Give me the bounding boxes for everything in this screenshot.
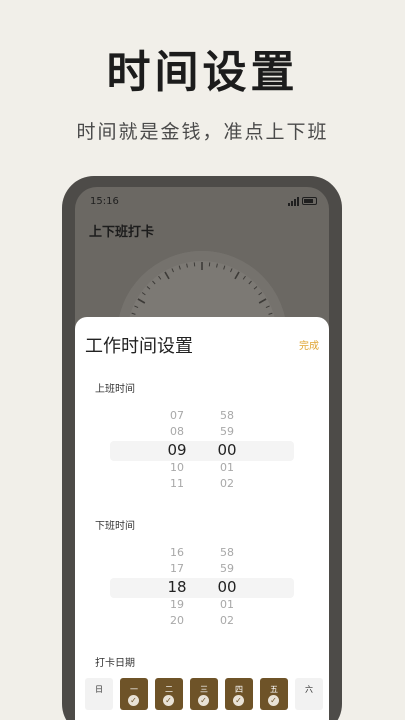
hero-subtitle: 时间就是金钱，准点上下班: [76, 121, 329, 143]
day-chip-label: 五: [270, 685, 278, 694]
picker-value[interactable]: 02: [212, 476, 242, 492]
check-icon: ✓: [268, 695, 279, 706]
signal-icon: [288, 197, 299, 206]
end-minute-column[interactable]: 58 59 00 01 02: [212, 545, 242, 629]
picker-highlight: [110, 441, 294, 461]
picker-value[interactable]: 01: [212, 597, 242, 613]
picker-value[interactable]: 59: [212, 424, 242, 440]
start-time-label: 上班时间: [95, 384, 135, 395]
punch-days-label: 打卡日期: [95, 658, 135, 669]
picker-value[interactable]: 07: [162, 408, 192, 424]
day-chip[interactable]: 一 ✓: [120, 678, 148, 710]
end-hour-column[interactable]: 16 17 18 19 20: [162, 545, 192, 629]
picker-value[interactable]: 16: [162, 545, 192, 561]
day-chip[interactable]: 五 ✓: [260, 678, 288, 710]
picker-selected-value[interactable]: 18: [162, 577, 192, 597]
picker-highlight: [110, 578, 294, 598]
picker-value[interactable]: 58: [212, 408, 242, 424]
check-icon: ✓: [128, 695, 139, 706]
punch-days-row: 日一 ✓ 二 ✓ 三 ✓ 四 ✓ 五 ✓ 六: [85, 678, 323, 710]
check-icon: ✓: [163, 695, 174, 706]
day-chip[interactable]: 二 ✓: [155, 678, 183, 710]
picker-selected-value[interactable]: 00: [212, 577, 242, 597]
start-hour-column[interactable]: 07 08 09 10 11: [162, 408, 192, 492]
day-chip-label: 三: [200, 685, 208, 694]
picker-selected-value[interactable]: 09: [162, 440, 192, 460]
picker-value[interactable]: 11: [162, 476, 192, 492]
battery-icon: [302, 197, 317, 205]
picker-value[interactable]: 02: [212, 613, 242, 629]
picker-selected-value[interactable]: 00: [212, 440, 242, 460]
picker-value[interactable]: 10: [162, 460, 192, 476]
end-time-picker[interactable]: 16 17 18 19 20 58 59 00 01 02: [110, 545, 294, 631]
day-chip-label: 日: [95, 685, 103, 694]
day-chip-label: 一: [130, 685, 138, 694]
picker-value[interactable]: 01: [212, 460, 242, 476]
done-button[interactable]: 完成: [299, 337, 319, 352]
day-chip-label: 四: [235, 685, 243, 694]
day-chip[interactable]: 四 ✓: [225, 678, 253, 710]
check-icon: ✓: [198, 695, 209, 706]
hero-title: 时间设置: [106, 47, 299, 98]
picker-value[interactable]: 59: [212, 561, 242, 577]
start-time-picker[interactable]: 07 08 09 10 11 58 59 00 01 02: [110, 408, 294, 494]
picker-value[interactable]: 58: [212, 545, 242, 561]
day-chip[interactable]: 日: [85, 678, 113, 710]
sheet-title: 工作时间设置: [85, 336, 193, 357]
check-icon: ✓: [233, 695, 244, 706]
day-chip[interactable]: 六: [295, 678, 323, 710]
end-time-label: 下班时间: [95, 521, 135, 532]
app-title: 上下班打卡: [89, 225, 155, 240]
status-bar: 15:16: [75, 195, 329, 211]
day-chip-label: 二: [165, 685, 173, 694]
picker-value[interactable]: 17: [162, 561, 192, 577]
picker-value[interactable]: 20: [162, 613, 192, 629]
picker-value[interactable]: 08: [162, 424, 192, 440]
day-chip-label: 六: [305, 685, 313, 694]
start-minute-column[interactable]: 58 59 00 01 02: [212, 408, 242, 492]
status-time: 15:16: [90, 196, 119, 207]
picker-value[interactable]: 19: [162, 597, 192, 613]
day-chip[interactable]: 三 ✓: [190, 678, 218, 710]
work-time-sheet: 工作时间设置 完成 上班时间 07 08 09 10 11 58 59 00 01 02 下班时…: [75, 317, 329, 720]
